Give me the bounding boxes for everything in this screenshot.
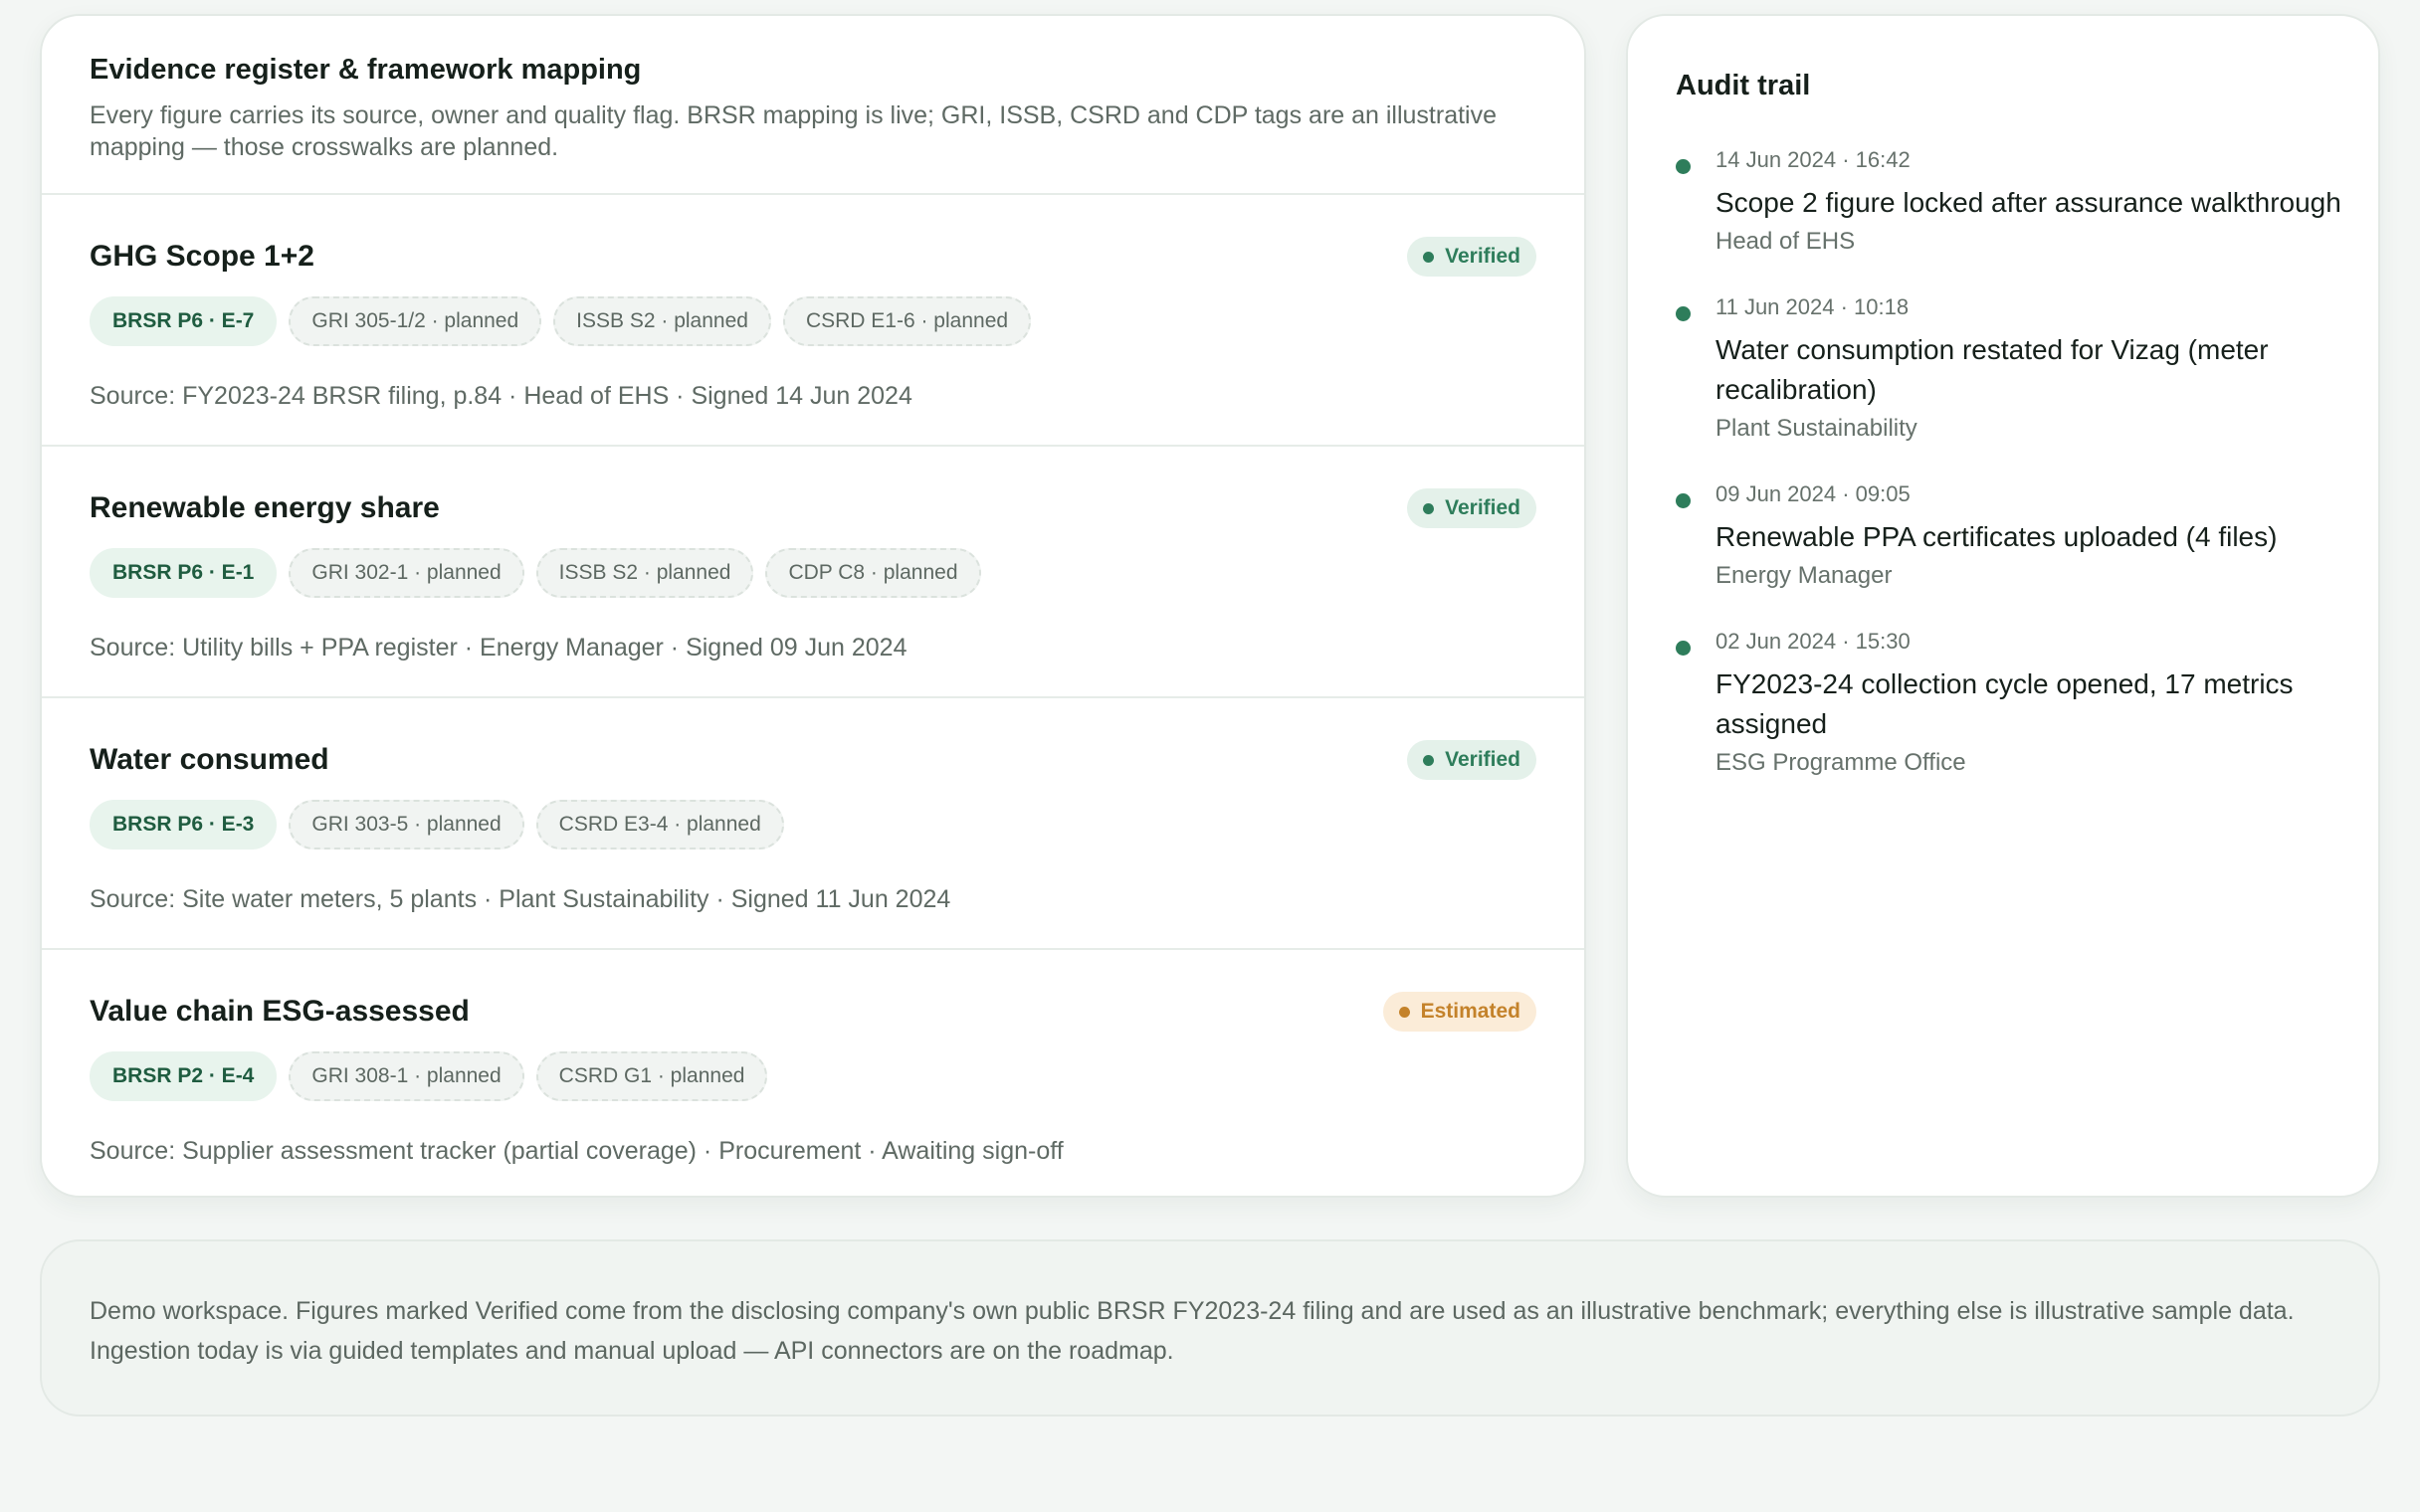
framework-tag[interactable]: CSRD E1-6 · planned — [782, 296, 1032, 346]
status-badge: Verified — [1407, 740, 1536, 780]
audit-trail-list: 14 Jun 2024 · 16:42 Scope 2 figure locke… — [1676, 145, 2342, 814]
framework-tag[interactable]: BRSR P6 · E-1 — [90, 548, 278, 598]
framework-tag[interactable]: GRI 305-1/2 · planned — [289, 296, 542, 346]
timeline-dot-icon — [1676, 306, 1691, 321]
framework-tag[interactable]: GRI 308-1 · planned — [289, 1051, 524, 1101]
timeline-dot-icon — [1676, 493, 1691, 508]
metric-name: Water consumed — [90, 743, 329, 776]
status-badge: Verified — [1407, 488, 1536, 528]
evidence-title: Evidence register & framework mapping — [90, 54, 642, 86]
evidence-header: Evidence register & framework mapping Ev… — [42, 16, 1584, 195]
audit-entry: 11 Jun 2024 · 10:18 Water consumption re… — [1676, 292, 2342, 446]
metric-source: Source: Site water meters, 5 plants · Pl… — [90, 885, 951, 913]
audit-entry: 09 Jun 2024 · 09:05 Renewable PPA certif… — [1676, 479, 2342, 593]
framework-tags: BRSR P6 · E-1 GRI 302-1 · planned ISSB S… — [90, 548, 981, 598]
audit-timestamp: 02 Jun 2024 · 15:30 — [1715, 629, 1911, 654]
metric-source: Source: Supplier assessment tracker (par… — [90, 1137, 1064, 1165]
framework-tag[interactable]: CDP C8 · planned — [765, 548, 981, 598]
metric-row[interactable]: Renewable energy share Verified BRSR P6 … — [42, 447, 1584, 698]
metric-name: Renewable energy share — [90, 491, 440, 524]
framework-tag[interactable]: ISSB S2 · planned — [553, 296, 771, 346]
audit-trail-title: Audit trail — [1676, 70, 1811, 101]
framework-tag[interactable]: CSRD G1 · planned — [535, 1051, 768, 1101]
evidence-register-card: Evidence register & framework mapping Ev… — [40, 14, 1586, 1198]
timeline-dot-icon — [1676, 159, 1691, 174]
disclaimer-text: Demo workspace. Figures marked Verified … — [90, 1297, 2295, 1365]
audit-timestamp: 14 Jun 2024 · 16:42 — [1715, 147, 1911, 172]
audit-event: Water consumption restated for Vizag (me… — [1715, 334, 2269, 405]
metric-name: Value chain ESG-assessed — [90, 995, 470, 1028]
framework-tag[interactable]: GRI 303-5 · planned — [289, 800, 524, 850]
metric-row[interactable]: Water consumed Verified BRSR P6 · E-3 GR… — [42, 698, 1584, 950]
metric-row[interactable]: GHG Scope 1+2 Verified BRSR P6 · E-7 GRI… — [42, 195, 1584, 447]
framework-tag[interactable]: GRI 302-1 · planned — [289, 548, 524, 598]
metric-source: Source: Utility bills + PPA register · E… — [90, 634, 908, 662]
metric-row[interactable]: Value chain ESG-assessed Estimated BRSR … — [42, 950, 1584, 1196]
evidence-description: Every figure carries its source, owner a… — [90, 101, 1498, 161]
framework-tags: BRSR P6 · E-7 GRI 305-1/2 · planned ISSB… — [90, 296, 1032, 346]
audit-event: Scope 2 figure locked after assurance wa… — [1715, 187, 2341, 218]
audit-actor: Head of EHS — [1715, 228, 1856, 255]
audit-actor: Energy Manager — [1715, 562, 1893, 589]
audit-timestamp: 09 Jun 2024 · 09:05 — [1715, 481, 1911, 506]
audit-actor: ESG Programme Office — [1715, 749, 1966, 776]
framework-tag[interactable]: CSRD E3-4 · planned — [535, 800, 784, 850]
framework-tag[interactable]: ISSB S2 · planned — [535, 548, 754, 598]
audit-timestamp: 11 Jun 2024 · 10:18 — [1715, 294, 1910, 319]
audit-trail-card: Audit trail 14 Jun 2024 · 16:42 Scope 2 … — [1626, 14, 2380, 1198]
audit-actor: Plant Sustainability — [1715, 415, 1917, 442]
status-badge: Verified — [1407, 237, 1536, 277]
metric-name: GHG Scope 1+2 — [90, 240, 314, 273]
framework-tags: BRSR P2 · E-4 GRI 308-1 · planned CSRD G… — [90, 1051, 768, 1101]
framework-tag[interactable]: BRSR P6 · E-7 — [90, 296, 278, 346]
demo-disclaimer: Demo workspace. Figures marked Verified … — [40, 1239, 2380, 1417]
audit-entry: 02 Jun 2024 · 15:30 FY2023-24 collection… — [1676, 627, 2342, 780]
audit-event: FY2023-24 collection cycle opened, 17 me… — [1715, 668, 2294, 739]
audit-event: Renewable PPA certificates uploaded (4 f… — [1715, 521, 2278, 552]
status-badge: Estimated — [1382, 992, 1536, 1032]
framework-tag[interactable]: BRSR P2 · E-4 — [90, 1051, 278, 1101]
metric-source: Source: FY2023-24 BRSR filing, p.84 · He… — [90, 382, 912, 410]
audit-entry: 14 Jun 2024 · 16:42 Scope 2 figure locke… — [1676, 145, 2342, 259]
timeline-dot-icon — [1676, 641, 1691, 656]
framework-tag[interactable]: BRSR P6 · E-3 — [90, 800, 278, 850]
framework-tags: BRSR P6 · E-3 GRI 303-5 · planned CSRD E… — [90, 800, 784, 850]
